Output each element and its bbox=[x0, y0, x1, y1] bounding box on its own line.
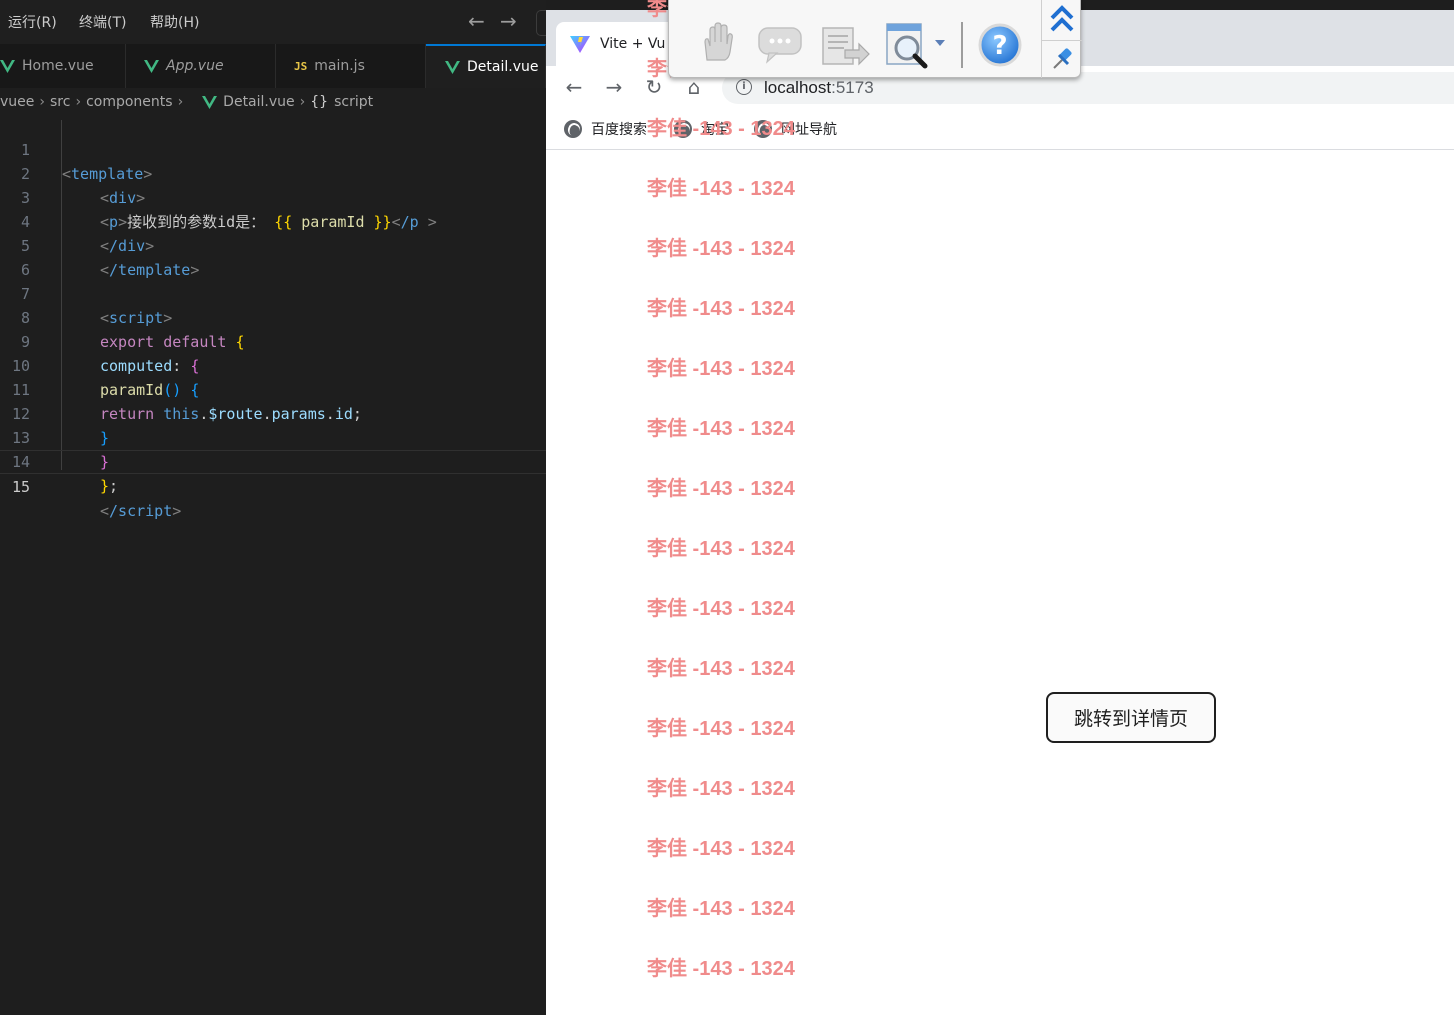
code-line: 7 <script> bbox=[0, 258, 546, 327]
chevron-right-icon: › bbox=[299, 94, 306, 110]
js-icon: JS bbox=[294, 59, 308, 73]
breadcrumb-item[interactable]: script bbox=[334, 94, 373, 110]
breadcrumb-item[interactable]: components bbox=[86, 94, 173, 110]
code-line: 12 } bbox=[0, 378, 546, 447]
vue-icon bbox=[0, 59, 15, 73]
tab-detail-vue[interactable]: Detail.vue bbox=[426, 44, 546, 88]
code-line-current: 15 </script> bbox=[0, 450, 546, 520]
vscode-window: 运行(R) 终端(T) 帮助(H) ← → Home.vue App.vue J… bbox=[0, 0, 546, 1015]
forward-icon[interactable]: → bbox=[602, 75, 626, 99]
back-arrow-icon[interactable]: ← bbox=[468, 9, 485, 33]
url-host: localhost bbox=[764, 78, 832, 97]
hand-icon[interactable] bbox=[697, 22, 737, 64]
code-line: 6 bbox=[0, 234, 546, 279]
globe-icon bbox=[754, 120, 772, 138]
code-line: 2 <div> bbox=[0, 138, 546, 207]
tab-main-js[interactable]: JS main.js bbox=[276, 44, 426, 88]
chevron-right-icon: › bbox=[39, 94, 45, 110]
browser-tab-title: Vite + Vu bbox=[600, 36, 666, 52]
breadcrumb-item[interactable]: vuee bbox=[0, 94, 34, 110]
code-line: 14 }; bbox=[0, 426, 546, 495]
vue-icon bbox=[144, 59, 159, 73]
info-icon[interactable]: i bbox=[736, 79, 752, 95]
forward-arrow-icon[interactable]: → bbox=[500, 9, 517, 33]
comment-icon[interactable] bbox=[757, 26, 805, 64]
tab-label: Home.vue bbox=[22, 58, 94, 74]
code-content: }; bbox=[100, 477, 119, 495]
menu-help[interactable]: 帮助(H) bbox=[150, 12, 199, 32]
globe-icon bbox=[564, 120, 582, 138]
editor-tab-bar: Home.vue App.vue JS main.js Detail.vue bbox=[0, 44, 546, 88]
tab-app-vue[interactable]: App.vue bbox=[126, 44, 276, 88]
chevron-right-icon: › bbox=[75, 94, 82, 110]
floating-toolbar: ? bbox=[668, 0, 1082, 78]
braces-icon: {} bbox=[310, 94, 329, 110]
svg-text:?: ? bbox=[992, 31, 1007, 61]
tab-home-vue[interactable]: Home.vue bbox=[0, 44, 126, 88]
code-line: 3 <p>接收到的参数id是： {{ paramId }}</p > bbox=[0, 162, 546, 231]
breadcrumb-item[interactable]: Detail.vue bbox=[223, 94, 294, 110]
menu-run[interactable]: 运行(R) bbox=[8, 12, 57, 32]
breadcrumb-item[interactable]: src bbox=[50, 94, 70, 110]
tab-label: Detail.vue bbox=[467, 59, 539, 75]
command-center[interactable] bbox=[536, 10, 546, 36]
vite-logo-icon bbox=[570, 36, 590, 53]
code-line: 13 } bbox=[0, 402, 546, 471]
globe-icon bbox=[674, 120, 692, 138]
breadcrumb: vuee › src › components › Detail.vue › {… bbox=[0, 88, 546, 116]
code-line: 4 </div> bbox=[0, 186, 546, 255]
bookmarks-bar: 百度搜索 淘宝 网址导航 bbox=[546, 108, 1454, 150]
reload-icon[interactable]: ↻ bbox=[642, 75, 666, 99]
toolbar-side-panel bbox=[1041, 0, 1082, 78]
line-number: 15 bbox=[11, 478, 30, 496]
code-line: 9 computed: { bbox=[0, 306, 546, 375]
menu-bar: 运行(R) 终端(T) 帮助(H) ← → bbox=[0, 0, 546, 44]
go-to-detail-button[interactable]: 跳转到详情页 bbox=[1046, 692, 1216, 743]
export-document-icon[interactable] bbox=[819, 22, 871, 68]
bookmark-label: 淘宝 bbox=[701, 122, 729, 138]
help-icon[interactable]: ? bbox=[977, 22, 1023, 68]
code-content: </script> bbox=[100, 502, 182, 520]
tab-label: main.js bbox=[314, 58, 365, 74]
browser-tab[interactable]: Vite + Vu bbox=[556, 22, 686, 66]
bookmark-label: 网址导航 bbox=[781, 122, 837, 138]
code-line: 5 </template> bbox=[0, 210, 546, 279]
toolbar-divider bbox=[1042, 40, 1082, 41]
code-line: 8 export default { bbox=[0, 282, 546, 351]
code-token: /script bbox=[109, 502, 173, 520]
bookmark-baidu[interactable]: 百度搜索 bbox=[564, 119, 647, 139]
bookmark-label: 百度搜索 bbox=[591, 122, 647, 138]
menu-terminal[interactable]: 终端(T) bbox=[79, 12, 126, 32]
zoom-icon[interactable] bbox=[883, 20, 947, 70]
pin-icon[interactable] bbox=[1050, 46, 1076, 72]
collapse-up-icon[interactable] bbox=[1048, 4, 1076, 34]
tab-label: App.vue bbox=[166, 58, 224, 74]
browser-window: Vite + Vu ← → ↻ ⌂ i localhost:5173 百度搜索 … bbox=[546, 10, 1454, 1015]
bookmark-taobao[interactable]: 淘宝 bbox=[674, 119, 729, 139]
home-icon[interactable]: ⌂ bbox=[682, 75, 706, 99]
vue-icon bbox=[445, 60, 460, 74]
url-text: localhost:5173 bbox=[764, 78, 874, 98]
vue-icon bbox=[202, 95, 218, 109]
toolbar-separator bbox=[961, 22, 963, 68]
code-line: 10 paramId() { bbox=[0, 330, 546, 399]
code-line: 1 <template> bbox=[0, 114, 546, 183]
page-content: 跳转到详情页 bbox=[546, 151, 1454, 1015]
code-line: 11 return this.$route.params.id; bbox=[0, 354, 546, 423]
url-port: :5173 bbox=[831, 78, 874, 97]
chevron-right-icon: › bbox=[177, 94, 184, 110]
back-icon[interactable]: ← bbox=[562, 75, 586, 99]
bookmark-nav[interactable]: 网址导航 bbox=[754, 119, 837, 139]
